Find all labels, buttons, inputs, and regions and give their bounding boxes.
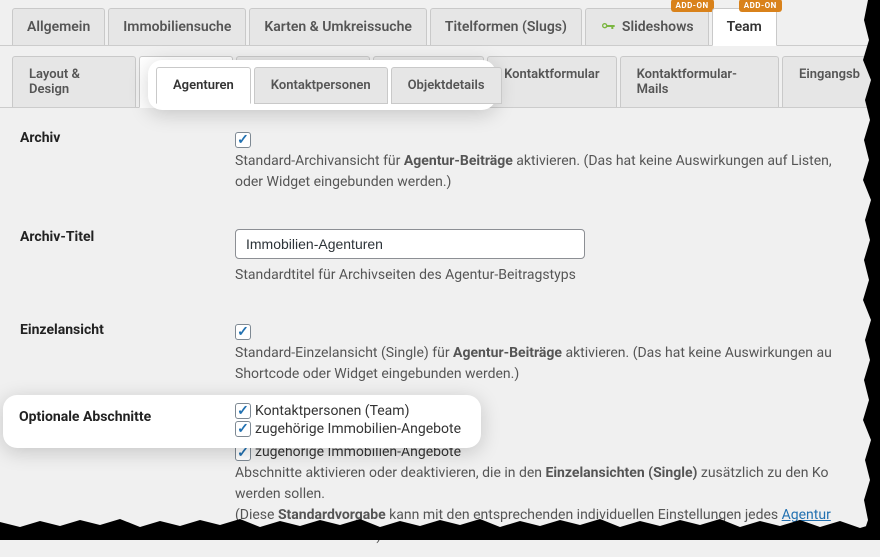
highlight-opt-list: Kontaktpersonen (Team) zugehörige Immobi…: [235, 403, 461, 440]
key-icon: [600, 19, 616, 35]
highlight-subtab-objektdetails[interactable]: Objektdetails: [391, 67, 502, 104]
subtab-kontaktformular[interactable]: Kontaktformular: [487, 56, 617, 107]
highlight-opt-immobilien: zugehörige Immobilien-Angebote: [235, 421, 461, 437]
desc-archiv: Standard-Archivansicht für Agentur-Beitr…: [235, 153, 832, 190]
body-einzelansicht: Standard-Einzelansicht (Single) für Agen…: [235, 322, 860, 385]
highlight-opt-kontaktpersonen: Kontaktpersonen (Team): [235, 403, 461, 419]
highlight-label-optional: Optionale Abschnitte: [19, 403, 235, 440]
desc-einzelansicht: Standard-Einzelansicht (Single) für Agen…: [235, 345, 832, 382]
tab-label: Team: [727, 19, 762, 35]
label-archiv-titel: Archiv-Titel: [20, 229, 235, 245]
highlight-checkbox-immobilien[interactable]: [235, 421, 251, 437]
checkbox-einzelansicht[interactable]: [235, 324, 251, 340]
tab-label: Slideshows: [622, 19, 694, 35]
label-archiv: Archiv: [20, 130, 235, 146]
row-archiv-titel: Archiv-Titel Standardtitel für Archivsei…: [20, 229, 860, 286]
highlight-checkbox-kontaktpersonen[interactable]: [235, 403, 251, 419]
input-archiv-titel[interactable]: [235, 229, 585, 259]
subtab-layout-design[interactable]: Layout & Design: [12, 56, 136, 107]
checkbox-archiv[interactable]: [235, 132, 251, 148]
tab-slideshows[interactable]: Slideshows ADD-ON: [585, 8, 709, 45]
highlight-subtabs: Agenturen Kontaktpersonen Objektdetails: [148, 60, 496, 110]
top-tabs: Allgemein Immobiliensuche Karten & Umkre…: [0, 0, 880, 46]
desc-archiv-titel: Standardtitel für Archivseiten des Agent…: [235, 267, 576, 283]
addon-badge: ADD-ON: [739, 0, 782, 12]
tab-team[interactable]: Team ADD-ON: [712, 8, 777, 46]
tab-titelformen[interactable]: Titelformen (Slugs): [430, 8, 582, 45]
row-archiv: Archiv Standard-Archivansicht für Agentu…: [20, 130, 860, 193]
row-einzelansicht: Einzelansicht Standard-Einzelansicht (Si…: [20, 322, 860, 385]
desc-optional: Abschnitte aktivieren oder deaktivieren,…: [235, 465, 831, 544]
link-agentur[interactable]: Agentur: [782, 507, 831, 523]
settings-content: Archiv Standard-Archivansicht für Agentu…: [0, 108, 880, 557]
subtab-eingangsb[interactable]: Eingangsb: [782, 56, 877, 107]
subtab-kontaktformular-mails[interactable]: Kontaktformular-Mails: [620, 56, 779, 107]
tab-immobiliensuche[interactable]: Immobiliensuche: [108, 8, 246, 45]
tab-karten-umkreissuche[interactable]: Karten & Umkreissuche: [249, 8, 427, 45]
highlight-subtab-agenturen[interactable]: Agenturen: [156, 67, 251, 104]
tab-allgemein[interactable]: Allgemein: [12, 8, 105, 45]
addon-badge: ADD-ON: [671, 0, 714, 12]
highlight-subtab-kontaktpersonen[interactable]: Kontaktpersonen: [254, 67, 388, 104]
body-archiv: Standard-Archivansicht für Agentur-Beitr…: [235, 130, 860, 193]
label-einzelansicht: Einzelansicht: [20, 322, 235, 338]
highlight-optional: Optionale Abschnitte Kontaktpersonen (Te…: [3, 395, 481, 448]
body-archiv-titel: Standardtitel für Archivseiten des Agent…: [235, 229, 860, 286]
